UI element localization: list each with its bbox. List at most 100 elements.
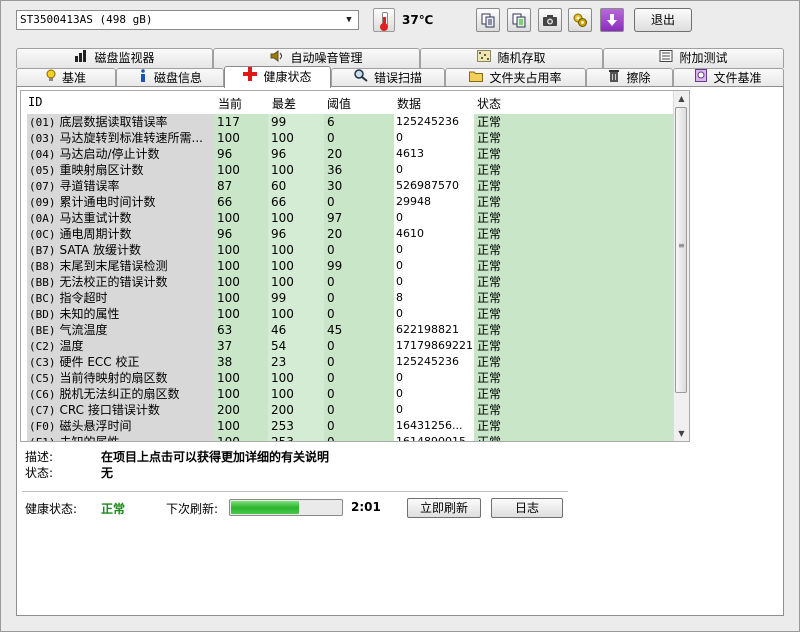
table-row[interactable]: (C3) 硬件 ECC 校正 38 23 0 125245236 正常 [21, 354, 675, 370]
cell-data: 0 [394, 242, 474, 258]
cell-id-code: (07) [29, 180, 56, 193]
table-row[interactable]: (01) 底层数据读取错误率 117 99 6 125245236 正常 [21, 114, 675, 130]
tab-label: 磁盘监视器 [94, 51, 155, 65]
table-row[interactable]: (C7) CRC 接口错误计数 200 200 0 0 正常 [21, 402, 675, 418]
tab-file-benchmark[interactable]: 文件基准 [673, 68, 784, 88]
speaker-icon [270, 49, 284, 67]
column-header-threshold[interactable]: 阈值 [327, 95, 351, 112]
options-icon[interactable] [568, 8, 592, 32]
chevron-down-icon[interactable]: ▼ [342, 12, 356, 28]
cell-threshold: 0 [324, 242, 395, 258]
table-row[interactable]: (05) 重映射扇区计数 100 100 36 0 正常 [21, 162, 675, 178]
cell-attribute-name: CRC 接口错误计数 [59, 403, 160, 417]
tab-erase[interactable]: 擦除 [586, 68, 673, 88]
table-row[interactable]: (F1)未知的属性10025301614890015正常 [21, 434, 675, 442]
table-row[interactable]: (04) 马达启动/停止计数 96 96 20 4613 正常 [21, 146, 675, 162]
tab-health[interactable]: 健康状态 [224, 66, 331, 88]
cell-id: (0C) 通电周期计数 [27, 226, 214, 242]
scroll-thumb[interactable]: ≡ [675, 107, 687, 393]
cell-status: 正常 [474, 290, 675, 306]
table-row[interactable]: (BD) 未知的属性 100 100 0 0 正常 [21, 306, 675, 322]
cell-data: 0 [394, 306, 474, 322]
scroll-up-icon[interactable]: ▲ [674, 91, 689, 106]
cell-id-code: (BC) [29, 292, 56, 305]
cell-attribute-name: 无法校正的错误计数 [59, 275, 168, 289]
file-benchmark-icon [695, 69, 708, 87]
cell-status: 正常 [474, 194, 675, 210]
table-row[interactable]: (B7) SATA 放缓计数 100 100 0 0 正常 [21, 242, 675, 258]
next-refresh-label: 下次刷新: [166, 502, 219, 516]
cell-worst: 66 [268, 194, 325, 210]
column-header-data[interactable]: 数据 [397, 95, 421, 112]
copy-icon[interactable] [476, 8, 500, 32]
table-row[interactable]: (B8) 末尾到末尾错误检测 100 100 99 0 正常 [21, 258, 675, 274]
table-row[interactable]: (C6) 脱机无法纠正的扇区数 100 100 0 0 正常 [21, 386, 675, 402]
cell-attribute-name: 未知的属性 [59, 435, 120, 442]
cell-attribute-name: 磁头悬浮时间 [59, 419, 132, 433]
cell-id-code: (03) [29, 132, 56, 145]
tab-label: 磁盘信息 [153, 71, 202, 85]
table-row[interactable]: (0C) 通电周期计数 96 96 20 4610 正常 [21, 226, 675, 242]
table-row[interactable]: (07) 寻道错误率 87 60 30 526987570 正常 [21, 178, 675, 194]
log-button[interactable]: 日志 [491, 498, 563, 518]
cell-id-code: (01) [29, 116, 56, 129]
cell-data: 0 [394, 274, 474, 290]
cell-attribute-name: 当前待映射的扇区数 [59, 371, 168, 385]
column-header-current[interactable]: 当前 [218, 95, 242, 112]
cell-id: (F0) 磁头悬浮时间 [27, 418, 214, 434]
cell-id: (04) 马达启动/停止计数 [27, 146, 214, 162]
scroll-down-icon[interactable]: ▼ [674, 426, 689, 441]
cell-data: 125245236 [394, 114, 474, 130]
exit-button[interactable]: 退出 [634, 8, 692, 32]
copy-all-icon[interactable] [507, 8, 531, 32]
camera-icon[interactable] [538, 8, 562, 32]
tab-extra-tests[interactable]: 附加测试 [603, 48, 784, 68]
cell-data: 4613 [394, 146, 474, 162]
tab-benchmark[interactable]: 基准 [16, 68, 116, 88]
thermometer-icon [373, 8, 395, 32]
table-row[interactable]: (BB) 无法校正的错误计数 100 100 0 0 正常 [21, 274, 675, 290]
cell-id-code: (09) [29, 196, 56, 209]
cell-current: 100 [214, 370, 269, 386]
table-row[interactable]: (BE) 气流温度 63 46 45 622198821 正常 [21, 322, 675, 338]
cell-threshold: 0 [324, 418, 395, 434]
tab-folder-usage[interactable]: 文件夹占用率 [445, 68, 586, 88]
tab-disk-info[interactable]: 磁盘信息 [116, 68, 224, 88]
cell-threshold: 0 [324, 338, 395, 354]
cell-status: 正常 [474, 434, 675, 441]
tab-label: 附加测试 [679, 51, 728, 65]
table-row[interactable]: (F0) 磁头悬浮时间 100 253 0 16431256... 正常 [21, 418, 675, 434]
column-header-status[interactable]: 状态 [477, 95, 501, 112]
table-row[interactable]: (C2) 温度 37 54 0 17179869221 正常 [21, 338, 675, 354]
table-row[interactable]: (C5) 当前待映射的扇区数 100 100 0 0 正常 [21, 370, 675, 386]
save-arrow-icon[interactable] [600, 8, 624, 32]
tab-error-scan[interactable]: 错误扫描 [331, 68, 445, 88]
state-value: 无 [101, 466, 114, 480]
cell-status: 正常 [474, 178, 675, 194]
column-header-id[interactable]: ID [28, 95, 42, 109]
cell-data: 17179869221 [394, 338, 474, 354]
cell-id-code: (C2) [29, 340, 56, 353]
table-row[interactable]: (0A) 马达重试计数 100 100 97 0 正常 [21, 210, 675, 226]
table-row[interactable]: (09) 累计通电时间计数 66 66 0 29948 正常 [21, 194, 675, 210]
table-row[interactable]: (03) 马达旋转到标准转速所需... 100 100 0 0 正常 [21, 130, 675, 146]
tab-auto-noise[interactable]: 自动噪音管理 [213, 48, 420, 68]
cell-current: 100 [214, 242, 269, 258]
table-row[interactable]: (BC) 指令超时 100 99 0 8 正常 [21, 290, 675, 306]
cell-id: (03) 马达旋转到标准转速所需... [27, 130, 214, 146]
refresh-now-button[interactable]: 立即刷新 [407, 498, 481, 518]
cell-id-code: (C6) [29, 388, 56, 401]
cell-id-code: (C7) [29, 404, 56, 417]
tab-disk-monitor[interactable]: 磁盘监视器 [16, 48, 213, 68]
tab-random-access[interactable]: 随机存取 [420, 48, 603, 68]
column-header-worst[interactable]: 最差 [272, 95, 296, 112]
tab-label: 文件夹占用率 [489, 71, 562, 85]
cell-data: 622198821 [394, 322, 474, 338]
cell-id: (09) 累计通电时间计数 [27, 194, 214, 210]
drive-select[interactable]: ST3500413AS (498 gB) ▼ [16, 10, 359, 30]
cell-worst: 46 [268, 322, 325, 338]
cell-id: (0A) 马达重试计数 [27, 210, 214, 226]
cell-id-code: (C3) [29, 356, 56, 369]
tab-label: 基准 [61, 71, 86, 85]
vertical-scrollbar[interactable]: ▲ ≡ ▼ [673, 91, 689, 441]
